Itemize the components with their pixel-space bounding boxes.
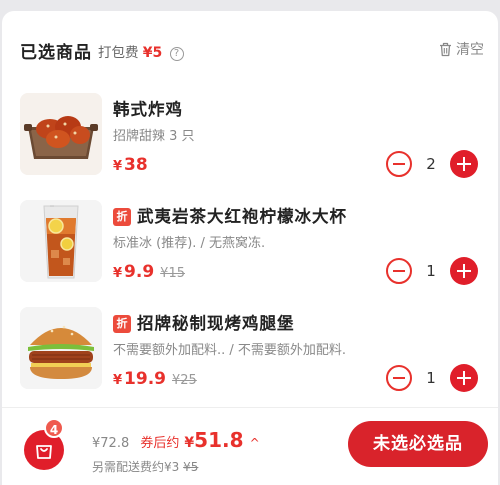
quantity-value: 2 [426, 155, 436, 173]
packing-fee-label: 打包费 [98, 45, 139, 61]
cart-panel: 已选商品 打包费 ¥5 ? 清空 韩式炸鸡 招牌甜辣 3 只 ¥ 38 2 折 … [2, 11, 498, 485]
quantity-stepper: 2 [386, 150, 478, 178]
cart-item: 折武夷岩茶大红袍柠檬冰大杯 标准冰 (推荐). / 无燕窝冻. ¥9.9 ¥15 … [2, 200, 498, 300]
cart-item: 韩式炸鸡 招牌甜辣 3 只 ¥38 2 [2, 93, 498, 193]
item-spec: 招牌甜辣 3 只 [113, 129, 195, 144]
plus-button[interactable] [450, 257, 478, 285]
original-total: ¥72.8 [92, 436, 130, 451]
cart-header: 已选商品 打包费 ¥5 ? 清空 [2, 11, 498, 81]
quantity-value: 1 [426, 262, 436, 280]
clear-label: 清空 [456, 42, 484, 58]
minus-button[interactable] [386, 258, 412, 284]
packing-fee-value: ¥5 [142, 45, 163, 61]
fried-chicken-image [20, 93, 102, 175]
item-name: 韩式炸鸡 [113, 100, 183, 119]
packing-fee-info: 打包费 ¥5 ? [98, 41, 184, 61]
app-frame: 已选商品 打包费 ¥5 ? 清空 韩式炸鸡 招牌甜辣 3 只 ¥ 38 2 折 … [0, 0, 500, 485]
clear-button[interactable]: 清空 [439, 39, 484, 59]
item-price: ¥38 [113, 155, 148, 175]
item-price: ¥19.9 ¥25 [113, 369, 197, 389]
item-name: 折武夷岩茶大红袍柠檬冰大杯 [113, 203, 347, 227]
trash-icon [440, 42, 451, 56]
after-coupon-label: 券后约 [140, 436, 180, 451]
original-price: ¥15 [160, 266, 185, 281]
checkout-bar: 4 ¥72.8 券后约 ¥51.8 ^ 另需配送费约¥3 ¥5 未选必选品 [2, 407, 498, 485]
plus-button[interactable] [450, 364, 478, 392]
section-title: 已选商品 [20, 43, 92, 63]
after-coupon-total: ¥51.8 [184, 428, 244, 452]
delivery-fee-note: 另需配送费约¥3 ¥5 [92, 460, 199, 474]
minus-button[interactable] [386, 365, 412, 391]
discount-tag: 折 [113, 315, 131, 333]
item-price: ¥9.9 ¥15 [113, 262, 185, 282]
select-required-button[interactable]: 未选必选品 [348, 421, 488, 467]
help-icon[interactable]: ? [169, 47, 184, 61]
cart-count-badge: 4 [44, 418, 64, 438]
cart-item: 折招牌秘制现烤鸡腿堡 不需要额外加配料.. / 不需要额外加配料. ¥19.9 ¥… [2, 307, 498, 407]
quantity-stepper: 1 [386, 257, 478, 285]
plus-button[interactable] [450, 150, 478, 178]
discount-tag: 折 [113, 208, 131, 226]
item-name: 折招牌秘制现烤鸡腿堡 [113, 310, 295, 334]
price-summary: ¥72.8 券后约 ¥51.8 ^ [92, 428, 260, 452]
quantity-value: 1 [426, 369, 436, 387]
minus-button[interactable] [386, 151, 412, 177]
lemon-tea-image [20, 200, 102, 282]
original-price: ¥25 [172, 373, 197, 388]
item-spec: 标准冰 (推荐). / 无燕窝冻. [113, 236, 266, 251]
chicken-burger-image [20, 307, 102, 389]
expand-caret-icon[interactable]: ^ [250, 436, 260, 450]
item-spec: 不需要额外加配料.. / 不需要额外加配料. [113, 343, 347, 358]
shopping-bag-icon [36, 445, 52, 459]
quantity-stepper: 1 [386, 364, 478, 392]
